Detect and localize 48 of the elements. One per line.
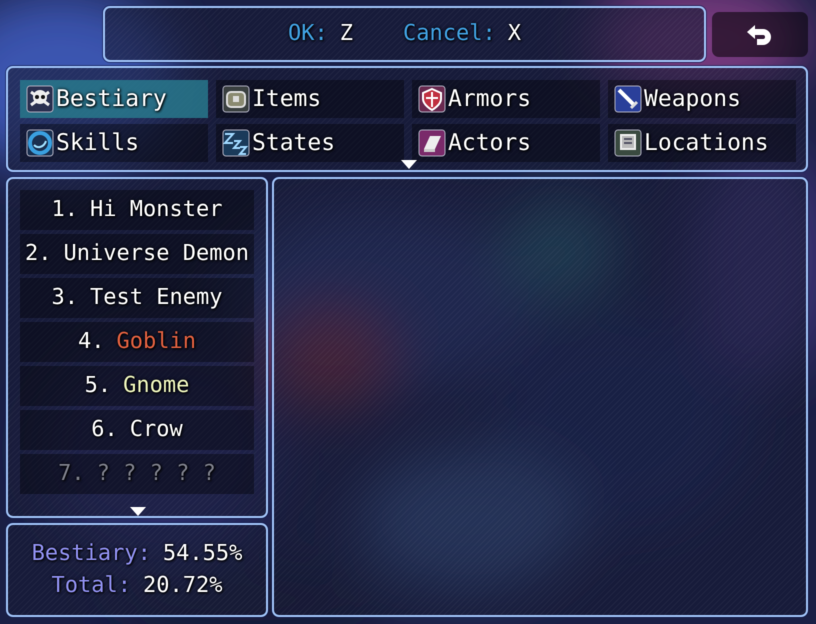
entry-row[interactable]: 1. Hi Monster: [20, 190, 254, 230]
entry-row[interactable]: 5. Gnome: [20, 366, 254, 406]
entry-number: 7.: [58, 463, 85, 485]
skull-icon: [26, 85, 54, 113]
entry-row[interactable]: 3. Test Enemy: [20, 278, 254, 318]
stat-label: Total:: [52, 575, 131, 597]
stat-value: 20.72%: [143, 575, 222, 597]
category-tab[interactable]: Weapons: [608, 80, 796, 118]
entry-name: Test Enemy: [90, 287, 222, 309]
chest-icon: [222, 85, 250, 113]
sword-icon: [614, 85, 642, 113]
scroll-icon: [614, 129, 642, 157]
entry-number: 4.: [78, 331, 104, 353]
book-icon: [418, 129, 446, 157]
back-button[interactable]: [712, 12, 808, 57]
category-tab[interactable]: Items: [216, 80, 404, 118]
category-tab[interactable]: Armors: [412, 80, 600, 118]
scroll-down-arrow-icon[interactable]: [401, 160, 417, 169]
entry-name: Goblin: [116, 331, 196, 353]
category-tab[interactable]: Locations: [608, 124, 796, 162]
entry-name: Hi Monster: [90, 199, 222, 221]
entry-name: ? ? ? ? ?: [96, 463, 216, 485]
entry-row[interactable]: 6. Crow: [20, 410, 254, 450]
entry-number: 6.: [91, 419, 118, 441]
entry-number: 1.: [52, 199, 78, 221]
swirl-icon: [26, 129, 54, 157]
entry-number: 5.: [84, 375, 112, 397]
stat-value: 54.55%: [162, 543, 242, 565]
category-tab[interactable]: Actors: [412, 124, 600, 162]
key-value: X: [508, 23, 521, 45]
stat-label: Bestiary:: [32, 543, 151, 565]
key-label: OK:: [288, 23, 328, 45]
sleep-icon: [222, 129, 250, 157]
entry-row[interactable]: 7. ? ? ? ? ?: [20, 454, 254, 494]
entry-number: 2.: [25, 243, 52, 265]
entry-row[interactable]: 4. Goblin: [20, 322, 254, 362]
entry-name: Universe Demon: [64, 243, 249, 265]
key-label: Cancel:: [403, 23, 496, 45]
entry-row[interactable]: 2. Universe Demon: [20, 234, 254, 274]
entry-name: Gnome: [123, 375, 190, 397]
category-tab[interactable]: Skills: [20, 124, 208, 162]
entry-number: 3.: [52, 287, 78, 309]
key-value: Z: [340, 23, 354, 45]
scroll-down-arrow-icon[interactable]: [130, 507, 146, 516]
category-tab[interactable]: Bestiary: [20, 80, 208, 118]
entry-name: Crow: [130, 419, 183, 441]
shield-icon: [418, 85, 446, 113]
category-tab[interactable]: States: [216, 124, 404, 162]
